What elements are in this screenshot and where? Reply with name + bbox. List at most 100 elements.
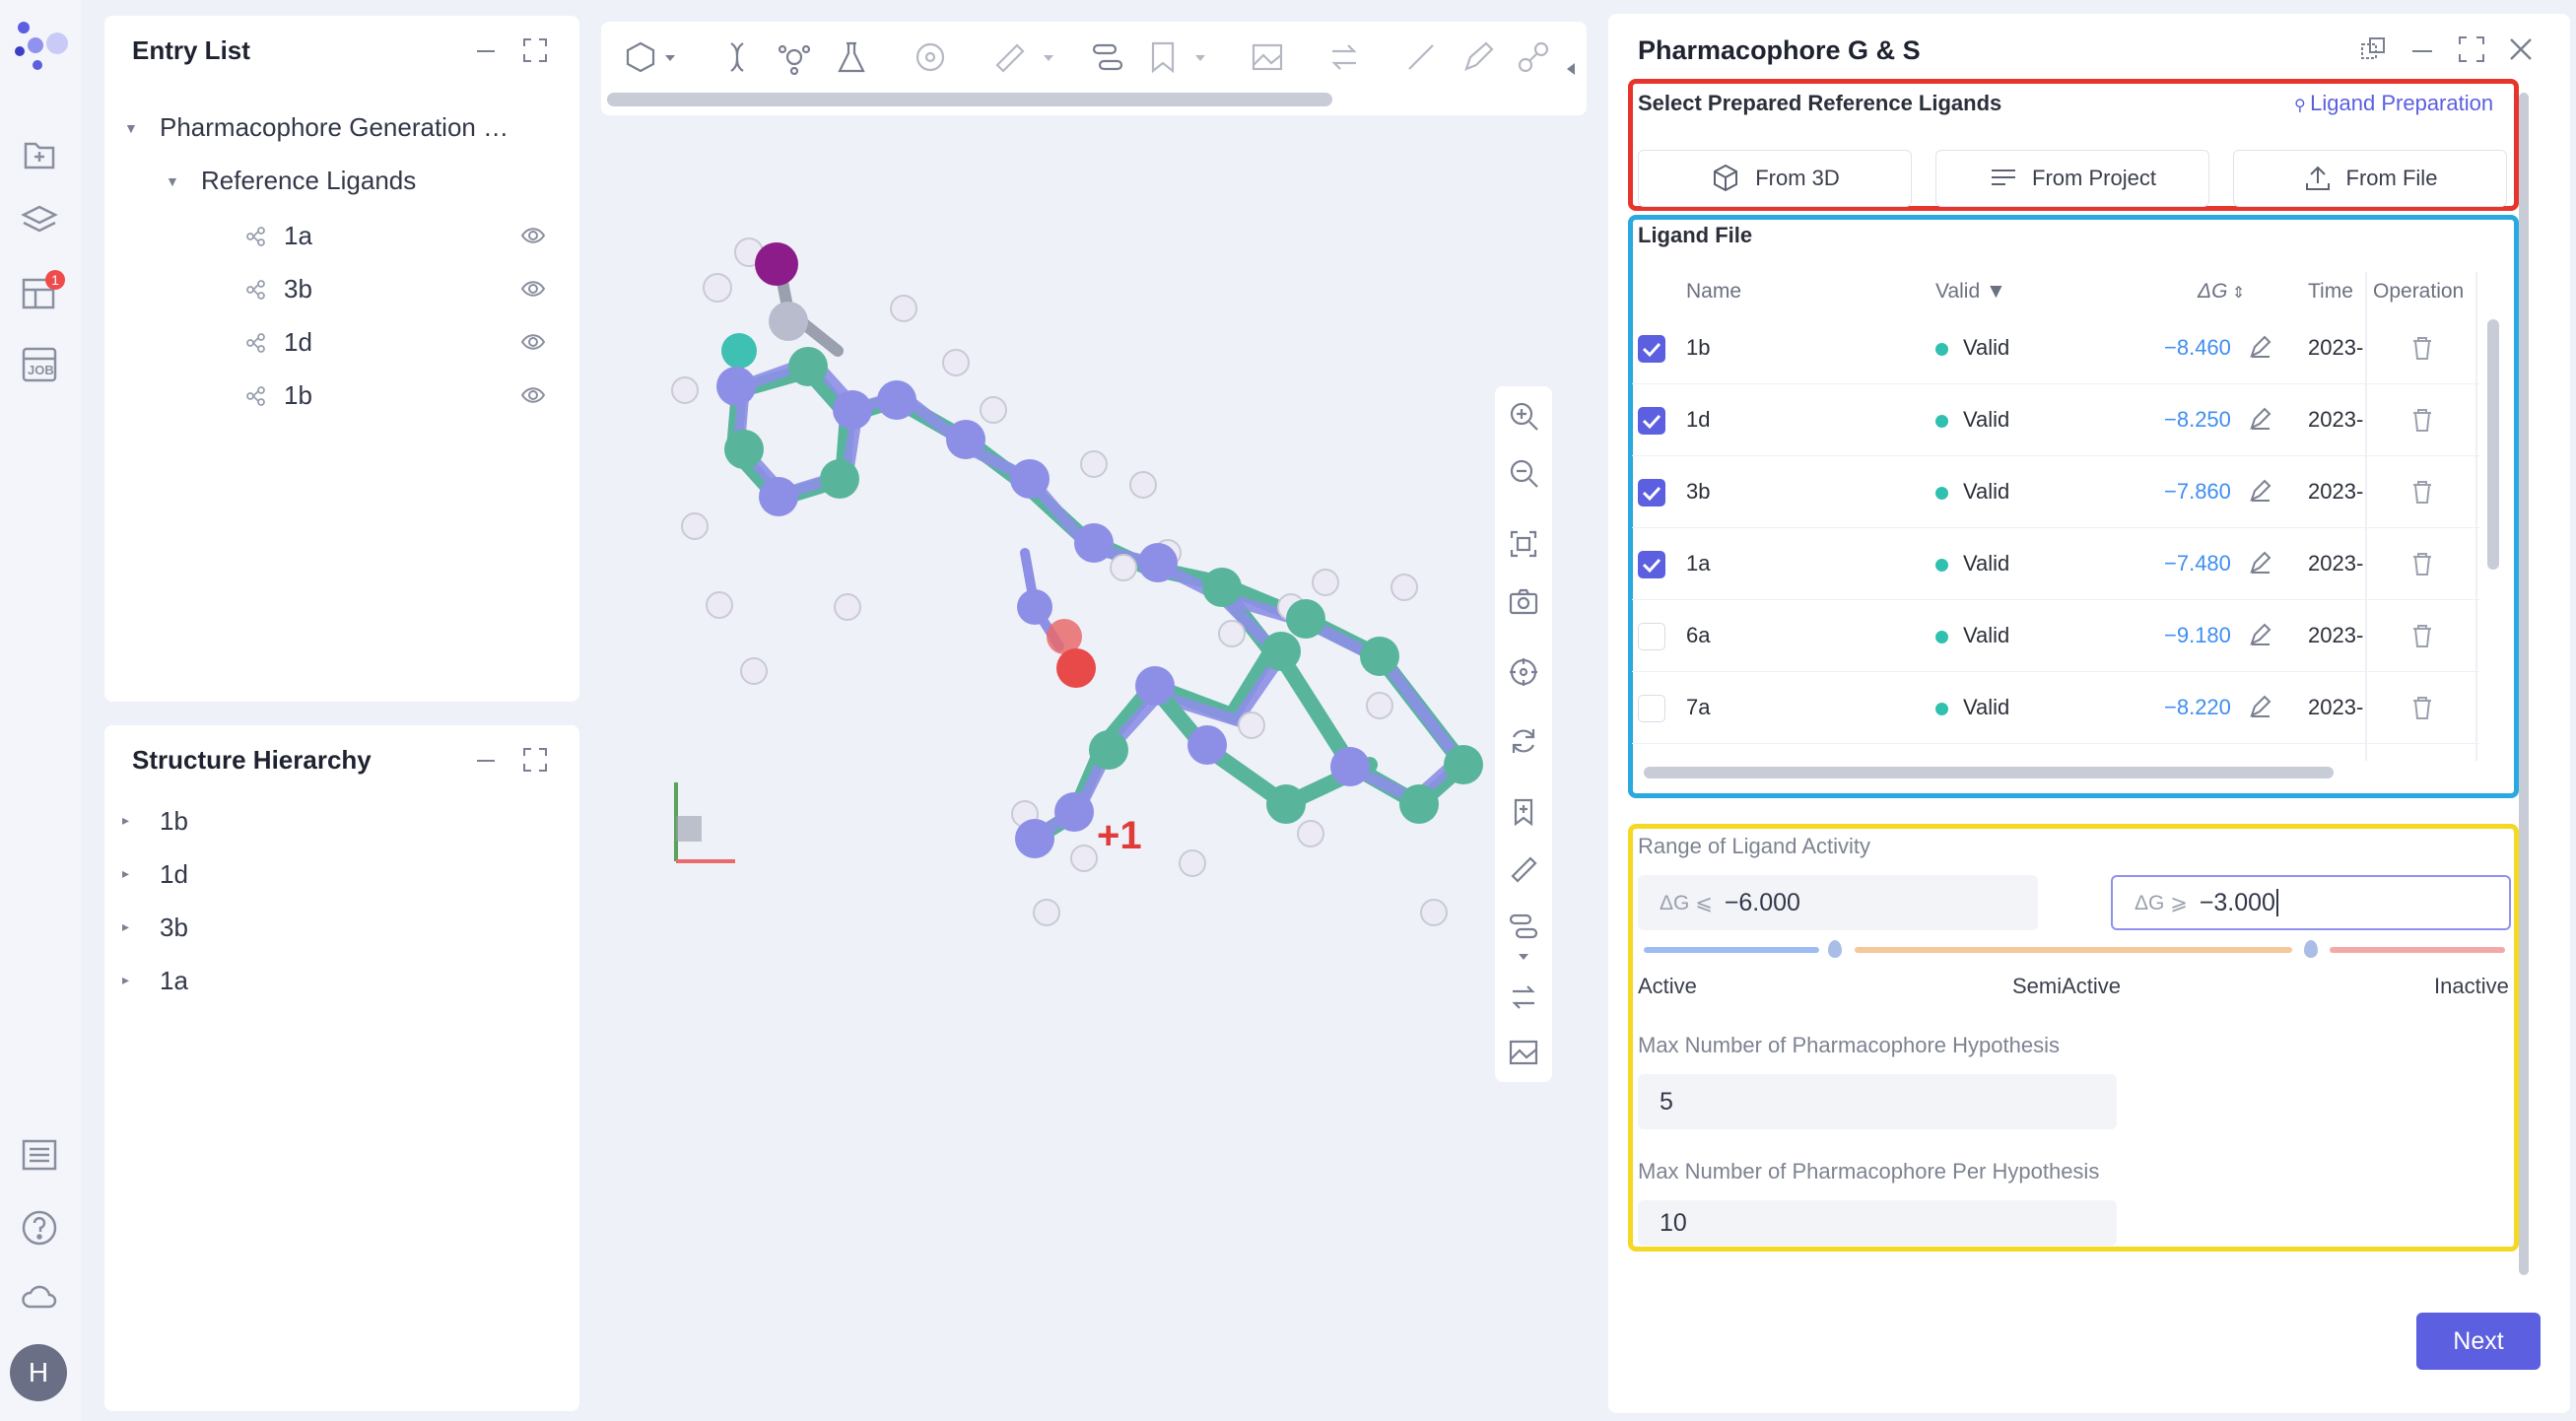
molecule-viewer[interactable]: +1 bbox=[601, 16, 1587, 1415]
dg-max-input[interactable]: ΔG ⩾ −3.000 bbox=[2111, 875, 2511, 930]
swap-icon[interactable] bbox=[1508, 981, 1539, 1013]
table-row[interactable]: 3b Valid −7.860 2023- bbox=[1632, 457, 2479, 528]
pencil-icon[interactable] bbox=[1460, 39, 1496, 75]
fit-view-icon[interactable] bbox=[1508, 528, 1539, 560]
eye-icon[interactable] bbox=[520, 384, 546, 406]
delete-icon[interactable] bbox=[2410, 695, 2434, 720]
molecule-icon[interactable] bbox=[777, 39, 812, 75]
image-icon[interactable] bbox=[1508, 1037, 1539, 1068]
collapse-toolbar-icon[interactable] bbox=[1561, 57, 1581, 81]
max-hypothesis-input[interactable]: 5 bbox=[1638, 1074, 2117, 1129]
delete-icon[interactable] bbox=[2410, 623, 2434, 648]
edit-icon[interactable] bbox=[2249, 479, 2272, 503]
layers-icon[interactable] bbox=[20, 201, 59, 240]
ligand-preparation-link[interactable]: ⚲ Ligand Preparation bbox=[2294, 91, 2493, 116]
edit-icon[interactable] bbox=[2249, 407, 2272, 431]
dna-icon[interactable] bbox=[719, 39, 755, 75]
bookmark-icon[interactable] bbox=[1145, 39, 1181, 75]
chevron-down-icon[interactable] bbox=[662, 43, 678, 79]
entry-item-1a[interactable]: 1a bbox=[238, 219, 554, 252]
help-icon[interactable] bbox=[20, 1208, 59, 1248]
zoom-in-icon[interactable] bbox=[1508, 400, 1539, 432]
expand-icon[interactable] bbox=[522, 747, 548, 773]
edit-icon[interactable] bbox=[2249, 695, 2272, 718]
toolbar-scrollbar[interactable] bbox=[607, 93, 1332, 106]
table-row[interactable]: 1b Valid −8.460 2023- bbox=[1632, 313, 2479, 384]
chevron-down-icon[interactable] bbox=[1192, 43, 1208, 79]
from-file-button[interactable]: From File bbox=[2233, 150, 2507, 207]
link-icon[interactable] bbox=[1516, 39, 1551, 75]
checkbox[interactable] bbox=[1638, 551, 1665, 578]
delete-icon[interactable] bbox=[2410, 551, 2434, 576]
cube-icon[interactable] bbox=[623, 39, 658, 75]
popout-icon[interactable] bbox=[2359, 35, 2387, 63]
entry-item-1d[interactable]: 1d bbox=[238, 325, 554, 359]
edit-icon[interactable] bbox=[2249, 551, 2272, 575]
close-icon[interactable] bbox=[2507, 35, 2535, 63]
avatar[interactable]: H bbox=[10, 1344, 67, 1401]
cloud-icon[interactable] bbox=[20, 1277, 59, 1317]
checkbox[interactable] bbox=[1638, 695, 1665, 722]
entry-item-3b[interactable]: 3b bbox=[238, 272, 554, 305]
slider-handle-min[interactable] bbox=[1828, 940, 1842, 958]
entry-item-1b[interactable]: 1b bbox=[238, 378, 554, 412]
route-icon[interactable] bbox=[1090, 39, 1125, 75]
chevron-down-icon[interactable] bbox=[1508, 948, 1539, 968]
scroll-track[interactable] bbox=[2487, 319, 2499, 570]
bookmark-add-icon[interactable] bbox=[1508, 796, 1539, 828]
flask-icon[interactable] bbox=[834, 39, 869, 75]
center-icon[interactable] bbox=[1508, 656, 1539, 688]
col-dg[interactable]: ΔG ⇕ bbox=[2198, 280, 2245, 304]
edit-icon[interactable] bbox=[2249, 623, 2272, 646]
eye-icon[interactable] bbox=[520, 225, 546, 246]
expand-icon[interactable] bbox=[2458, 35, 2485, 63]
expand-icon[interactable] bbox=[522, 37, 548, 63]
checkbox[interactable] bbox=[1638, 407, 1665, 435]
checkbox[interactable] bbox=[1638, 479, 1665, 507]
list-icon[interactable] bbox=[20, 1135, 59, 1175]
col-name: Name bbox=[1686, 280, 1742, 303]
chevron-down-icon[interactable] bbox=[1041, 43, 1056, 79]
table-row[interactable]: 6a Valid −9.180 2023- bbox=[1632, 601, 2479, 672]
from-project-button[interactable]: From Project bbox=[1935, 150, 2209, 207]
new-file-icon[interactable] bbox=[20, 134, 59, 173]
minimize-icon[interactable] bbox=[473, 747, 499, 773]
range-slider-active[interactable] bbox=[1644, 947, 1819, 953]
swap-icon[interactable] bbox=[1326, 39, 1362, 75]
from-file-label: From File bbox=[2345, 166, 2438, 190]
dg-min-input[interactable]: ΔG ⩽ −6.000 bbox=[1638, 875, 2038, 930]
target-icon[interactable] bbox=[913, 39, 948, 75]
delete-icon[interactable] bbox=[2410, 479, 2434, 505]
line-icon[interactable] bbox=[1403, 39, 1439, 75]
camera-icon[interactable] bbox=[1508, 585, 1539, 617]
slider-handle-max[interactable] bbox=[2304, 940, 2318, 958]
route-icon[interactable] bbox=[1508, 911, 1539, 942]
right-panel-scrollbar[interactable] bbox=[2519, 93, 2529, 1275]
minimize-icon[interactable] bbox=[2408, 35, 2436, 63]
delete-icon[interactable] bbox=[2410, 407, 2434, 433]
rotate-icon[interactable] bbox=[1508, 725, 1539, 757]
job-icon[interactable]: JOB bbox=[20, 345, 59, 384]
edit-icon[interactable] bbox=[2249, 335, 2272, 359]
next-button[interactable]: Next bbox=[2416, 1313, 2541, 1370]
ruler-icon[interactable] bbox=[1508, 853, 1539, 885]
delete-icon[interactable] bbox=[2410, 335, 2434, 361]
table-row[interactable]: 1d Valid −8.250 2023- bbox=[1632, 385, 2479, 456]
eye-icon[interactable] bbox=[520, 278, 546, 300]
eye-icon[interactable] bbox=[520, 331, 546, 353]
col-valid[interactable]: Valid ▼ bbox=[1935, 280, 2006, 304]
range-slider-semi[interactable] bbox=[1855, 947, 2292, 953]
table-row[interactable]: 7a Valid −8.220 2023- bbox=[1632, 673, 2479, 744]
from-3d-button[interactable]: From 3D bbox=[1638, 150, 1912, 207]
checkbox[interactable] bbox=[1638, 335, 1665, 363]
checkbox[interactable] bbox=[1638, 623, 1665, 650]
table-row[interactable]: 1a Valid −7.480 2023- bbox=[1632, 529, 2479, 600]
h-scrollbar[interactable] bbox=[1644, 767, 2334, 778]
max-per-hypothesis-input[interactable]: 10 bbox=[1638, 1200, 2117, 1246]
app-logo[interactable] bbox=[10, 18, 69, 73]
zoom-out-icon[interactable] bbox=[1508, 457, 1539, 489]
image-icon[interactable] bbox=[1250, 39, 1285, 75]
minimize-icon[interactable] bbox=[473, 37, 499, 63]
ruler-icon[interactable] bbox=[991, 39, 1027, 75]
range-slider-inactive[interactable] bbox=[2330, 947, 2505, 953]
